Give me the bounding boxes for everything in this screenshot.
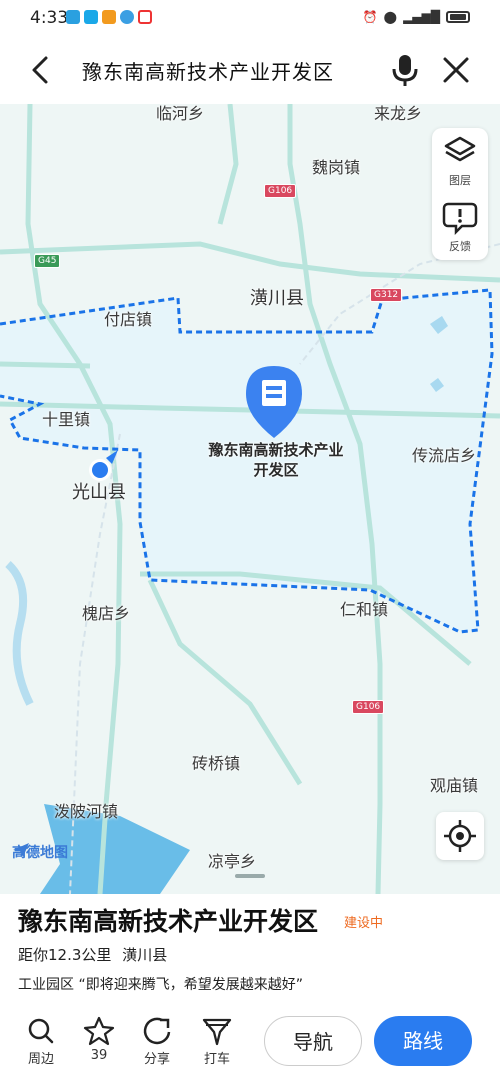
map-label-town: 砖桥镇 — [192, 754, 241, 773]
map-label-town: 观庙镇 — [430, 776, 479, 795]
favorite-count: 39 — [90, 1048, 108, 1063]
map-label-county: 光山县 — [72, 482, 126, 503]
poi-title[interactable]: 豫东南高新技术产业开发区 — [206, 440, 346, 480]
back-arrow-icon — [32, 56, 48, 84]
map-label-town: 泼陂河镇 — [54, 802, 119, 821]
status-bar: 4:33 ⏰ ⬤ ▂▄▆█ — [0, 0, 500, 36]
place-name: 豫东南高新技术产业开发区 — [18, 907, 319, 936]
app-notification-icon — [120, 10, 134, 24]
action-bar: 周边 39 分享 打车 导航 路线 — [0, 1016, 500, 1076]
signal-icon: ▂▄▆█ — [403, 10, 440, 24]
share-icon — [143, 1017, 171, 1045]
back-button[interactable] — [26, 54, 58, 86]
battery-icon — [446, 11, 470, 23]
map-label-town: 传流店乡 — [412, 446, 477, 465]
map-label-town: 魏岗镇 — [312, 158, 361, 177]
status-time: 4:33 — [30, 8, 69, 28]
feedback-icon — [442, 202, 478, 236]
voice-search-button[interactable] — [388, 52, 422, 88]
app-notification-icon — [66, 10, 80, 24]
feedback-button[interactable]: 反馈 — [432, 198, 488, 260]
close-button[interactable] — [440, 54, 472, 86]
panel-drag-handle[interactable] — [235, 874, 265, 878]
alarm-icon: ⏰ — [362, 10, 378, 24]
road-tag: G106 — [352, 700, 385, 714]
microphone-icon — [392, 55, 418, 86]
place-distance: 距你12.3公里 — [18, 946, 112, 964]
notification-icons — [66, 10, 152, 24]
layers-label: 图层 — [449, 174, 471, 187]
layers-icon — [444, 136, 476, 162]
layers-button[interactable]: 图层 — [432, 132, 488, 194]
road-tag: G312 — [370, 288, 403, 302]
map-label-town: 临河乡 — [156, 104, 205, 123]
map-label-town: 十里镇 — [42, 410, 91, 429]
road-tag: G106 — [264, 184, 297, 198]
nearby-label: 周边 — [27, 1052, 54, 1067]
crosshair-icon — [444, 820, 476, 852]
app-notification-icon — [102, 10, 116, 24]
search-icon — [28, 1018, 54, 1044]
map-label-county: 潢川县 — [250, 288, 304, 309]
share-button[interactable]: 分享 — [132, 1016, 182, 1067]
map-label-town: 仁和镇 — [340, 600, 389, 619]
map-label-town: 付店镇 — [104, 310, 153, 329]
map-tools: 图层 反馈 — [432, 128, 488, 260]
search-query-text[interactable]: 豫东南高新技术产业开发区 — [82, 56, 334, 85]
star-icon — [83, 1016, 115, 1046]
amap-logo: 高德地图 — [12, 842, 68, 862]
map-label-town: 凉亭乡 — [208, 852, 257, 871]
amap-logo-icon — [13, 843, 29, 857]
close-icon — [443, 57, 469, 83]
app-notification-icon — [84, 10, 98, 24]
map-view[interactable]: 临河乡 来龙乡 魏岗镇 潢川县 付店镇 十里镇 光山县 传流店乡 槐店乡 仁和镇… — [0, 104, 500, 894]
map-label-town: 槐店乡 — [82, 604, 131, 623]
feedback-label: 反馈 — [449, 240, 471, 253]
place-distance-row: 距你12.3公里 潢川县 — [18, 944, 173, 965]
system-status-icons: ⏰ ⬤ ▂▄▆█ — [363, 10, 470, 24]
locate-me-button[interactable] — [436, 812, 484, 860]
app-notification-icon — [138, 10, 152, 24]
share-label: 分享 — [143, 1052, 170, 1067]
favorite-button[interactable]: 39 — [74, 1016, 124, 1063]
nearby-button[interactable]: 周边 — [16, 1016, 66, 1067]
place-status-badge: 建设中 — [344, 916, 384, 931]
map-label-town: 来龙乡 — [374, 104, 423, 123]
location-icon: ⬤ — [383, 10, 398, 24]
taxi-label: 打车 — [203, 1052, 230, 1067]
route-button[interactable]: 路线 — [374, 1016, 472, 1066]
navigate-button[interactable]: 导航 — [264, 1016, 362, 1066]
place-county: 潢川县 — [122, 946, 168, 964]
river — [5, 561, 34, 706]
road-tag: G45 — [34, 254, 61, 268]
taxi-icon — [202, 1018, 232, 1046]
place-category: 工业园区 “即将迎来腾飞，希望发展越来越好” — [18, 977, 303, 993]
taxi-button[interactable]: 打车 — [192, 1016, 242, 1067]
place-info-panel: 豫东南高新技术产业开发区 建设中 距你12.3公里 潢川县 工业园区 “即将迎来… — [0, 894, 500, 1069]
search-bar: 豫东南高新技术产业开发区 — [0, 36, 500, 104]
